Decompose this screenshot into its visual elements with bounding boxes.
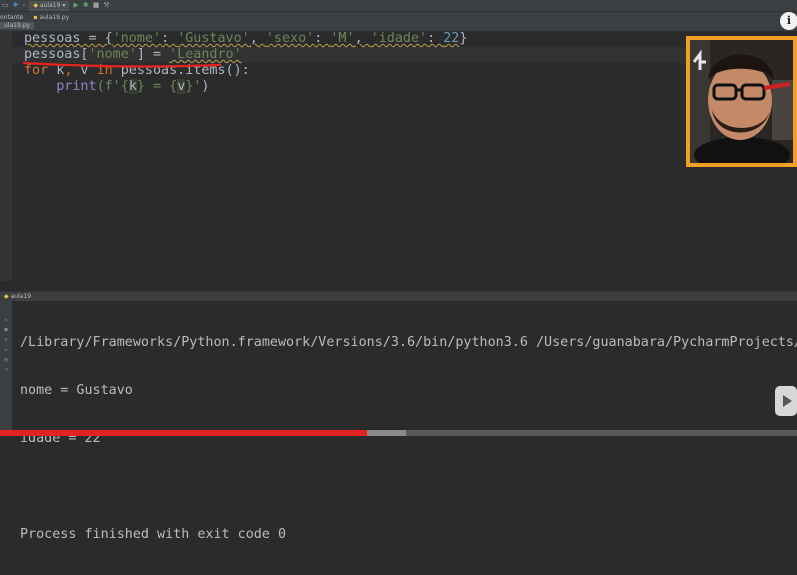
python-file-icon: ▪	[33, 13, 38, 21]
console-line: /Library/Frameworks/Python.framework/Ver…	[20, 335, 797, 350]
code-token: 'sexo'	[265, 31, 315, 46]
code-token: )	[201, 79, 210, 94]
python-file-icon: ◆	[4, 293, 9, 300]
code-token: 'idade'	[370, 31, 428, 46]
code-token: (f'{	[96, 79, 129, 94]
code-token: :	[427, 31, 444, 46]
ide-toolbar: ▭ ✚ ‹ ◆ aula19 ▾ ▶ ✱ ■ ⚒	[0, 0, 797, 11]
stop-icon[interactable]: ■	[93, 0, 100, 11]
console-output: /Library/Frameworks/Python.framework/Ver…	[20, 303, 797, 575]
code-line[interactable]: print(f'{k} = {v}')	[24, 79, 467, 95]
code-token: print	[56, 79, 97, 94]
breadcrumb-label-file: aula19.py	[39, 13, 70, 21]
code-token: :	[314, 31, 331, 46]
run-config-label: aula19	[39, 1, 61, 9]
run-console[interactable]: ↻ ■ ≡ ⇌ ▤ ⌫ /Library/Frameworks/Python.f…	[0, 301, 797, 542]
code-token: }	[459, 31, 468, 46]
python-file-icon: ◆	[33, 1, 38, 9]
video-play-icon[interactable]	[775, 386, 797, 416]
editor-gutter	[0, 31, 12, 281]
breadcrumb-item-file[interactable]: ▪ aula19.py	[33, 14, 69, 21]
code-token: ,	[249, 31, 266, 46]
run-tab-label[interactable]: aula19	[11, 293, 31, 300]
chevron-down-icon: ▾	[62, 1, 66, 9]
scroll-icon[interactable]: ≡	[4, 337, 7, 343]
code-token: 'M'	[330, 31, 355, 46]
video-played	[0, 430, 367, 436]
code-token: } = {	[136, 79, 178, 94]
video-progress-bar[interactable]	[0, 430, 797, 436]
code-line[interactable]: pessoas = {'nome': 'Gustavo', 'sexo': 'M…	[24, 31, 467, 47]
rerun-icon[interactable]: ↻	[4, 317, 7, 323]
run-icon[interactable]: ▶	[73, 0, 78, 11]
code-token: 'Gustavo'	[177, 31, 250, 46]
stop-console-icon[interactable]: ■	[4, 327, 7, 333]
annotation-red-underline	[22, 61, 222, 68]
trash-icon[interactable]: ⌫	[4, 367, 7, 373]
presenter-image	[690, 40, 793, 163]
code-token: ,	[354, 31, 371, 46]
nav-back-icon[interactable]: ‹	[23, 0, 26, 11]
run-tool-window-header: ◆ aula19	[0, 291, 797, 301]
code-token: 22	[443, 31, 460, 46]
breadcrumb-label-project: ontante	[0, 13, 24, 21]
console-line: Process finished with exit code 0	[20, 527, 287, 542]
console-line: nome = Gustavo	[20, 383, 133, 398]
code-token: :	[161, 31, 178, 46]
print-icon[interactable]: ▤	[4, 357, 7, 363]
build-icon[interactable]: ⚒	[103, 0, 109, 11]
folder-icon[interactable]: ▭	[2, 0, 9, 11]
code-token: 'nome'	[112, 31, 162, 46]
wrap-icon[interactable]: ⇌	[4, 347, 7, 353]
debug-icon[interactable]: ✱	[83, 0, 89, 11]
code-token: pessoas = {	[24, 31, 113, 46]
run-config-select[interactable]: ◆ aula19 ▾	[29, 0, 70, 11]
info-icon[interactable]: i	[780, 12, 797, 30]
code-token: k	[128, 79, 137, 94]
code-token: }'	[185, 79, 202, 94]
panel-divider[interactable]	[0, 281, 797, 291]
add-icon[interactable]: ✚	[13, 0, 19, 11]
editor-tab-aula19[interactable]: ula19.py	[0, 22, 35, 29]
webcam-overlay	[686, 36, 797, 167]
breadcrumb-item-project[interactable]: ontante	[0, 14, 23, 21]
console-toolbar: ↻ ■ ≡ ⇌ ▤ ⌫	[0, 301, 12, 430]
